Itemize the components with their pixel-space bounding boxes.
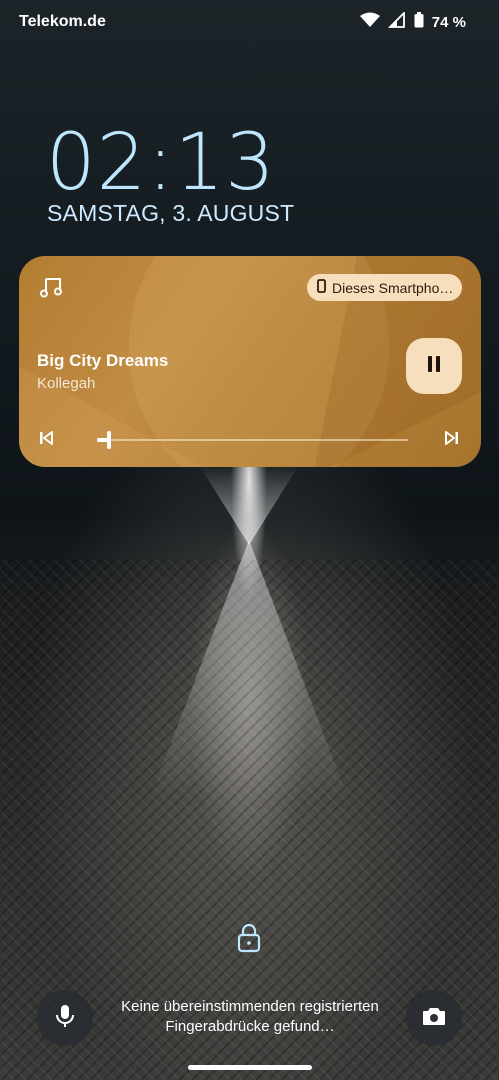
status-icons: 74 %	[359, 10, 466, 33]
track-title: Big City Dreams	[37, 351, 169, 370]
skip-previous-icon	[37, 431, 55, 451]
output-device-label: Dieses Smartpho…	[332, 279, 454, 296]
lockscreen-clock: 02:13	[46, 118, 276, 208]
seek-bar[interactable]	[97, 431, 408, 449]
signal-icon	[387, 10, 406, 33]
lockscreen-date: SAMSTAG, 3. AUGUST	[47, 200, 295, 226]
seek-bar-thumb[interactable]	[107, 431, 112, 449]
skip-previous-button[interactable]	[37, 429, 55, 452]
lock-icon	[236, 922, 262, 959]
battery-percentage: 74 %	[431, 14, 466, 31]
phone-icon	[317, 279, 326, 296]
voice-assistant-button[interactable]	[37, 990, 93, 1046]
music-note-icon	[40, 276, 62, 303]
pause-icon	[426, 355, 442, 378]
fingerprint-message: Keine übereinstimmenden registrierten Fi…	[121, 998, 379, 1035]
status-bar: Telekom.de 74 %	[0, 0, 499, 44]
skip-next-button[interactable]	[443, 429, 461, 452]
camera-icon	[422, 1006, 446, 1031]
skip-next-icon	[443, 431, 461, 451]
media-player-card[interactable]: Dieses Smartpho… Big City Dreams Kollega…	[19, 256, 481, 467]
carrier-name: Telekom.de	[19, 13, 106, 30]
pause-button[interactable]	[406, 338, 462, 394]
wifi-icon	[359, 12, 380, 33]
battery-icon	[414, 12, 424, 33]
output-device-chip[interactable]: Dieses Smartpho…	[307, 274, 462, 301]
track-artist: Kollegah	[37, 375, 96, 392]
microphone-icon	[55, 1004, 75, 1033]
home-indicator[interactable]	[188, 1065, 312, 1070]
camera-button[interactable]	[406, 990, 462, 1046]
